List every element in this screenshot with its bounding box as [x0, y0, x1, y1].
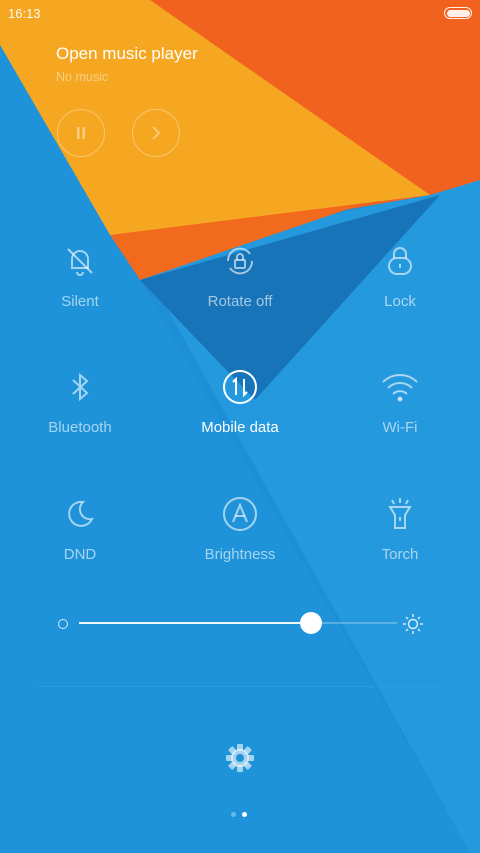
pause-button[interactable] [57, 109, 105, 157]
brightness-low-icon [58, 619, 68, 629]
music-subtitle: No music [56, 70, 109, 84]
page-dot-active [242, 812, 247, 817]
toggle-label: Mobile data [201, 419, 279, 436]
brightness-slider-thumb[interactable] [300, 612, 322, 634]
toggle-rotate[interactable]: Rotate off [160, 241, 320, 331]
auto-brightness-icon [220, 494, 260, 534]
bluetooth-icon [60, 367, 100, 407]
toggle-mobile-data[interactable]: Mobile data [160, 367, 320, 457]
toggle-label: Bluetooth [48, 419, 112, 436]
gear-icon [226, 744, 254, 772]
toggle-label: DND [63, 546, 97, 563]
page-dot [231, 812, 236, 817]
status-time: 16:13 [8, 6, 41, 21]
moon-icon [60, 494, 100, 534]
toggle-bluetooth[interactable]: Bluetooth [0, 367, 160, 457]
divider [36, 686, 444, 687]
toggle-lock[interactable]: Lock [320, 241, 480, 331]
mobile-data-icon [220, 367, 260, 407]
settings-button[interactable] [224, 742, 256, 779]
toggle-label: Silent [61, 293, 99, 310]
toggle-label: Wi-Fi [382, 419, 418, 436]
next-button[interactable] [132, 109, 180, 157]
toggle-brightness[interactable]: Brightness [160, 494, 320, 584]
torch-icon [380, 494, 420, 534]
toggle-wifi[interactable]: Wi-Fi [320, 367, 480, 457]
lock-icon [380, 241, 420, 281]
pause-icon [77, 127, 85, 139]
toggle-label: Rotate off [207, 293, 273, 310]
bell-off-icon [60, 241, 100, 281]
toggle-silent[interactable]: Silent [0, 241, 160, 331]
brightness-high-icon [402, 613, 424, 640]
next-icon [152, 126, 161, 140]
toggle-label: Lock [384, 293, 416, 310]
brightness-slider-fill [79, 622, 311, 624]
toggle-dnd[interactable]: DND [0, 494, 160, 584]
toggle-label: Torch [381, 546, 419, 563]
music-title[interactable]: Open music player [56, 44, 198, 64]
toggle-torch[interactable]: Torch [320, 494, 480, 584]
page-indicator [231, 812, 247, 817]
toggle-label: Brightness [204, 546, 276, 563]
battery-icon [444, 7, 472, 19]
wifi-icon [380, 367, 420, 407]
rotate-lock-icon [220, 241, 260, 281]
